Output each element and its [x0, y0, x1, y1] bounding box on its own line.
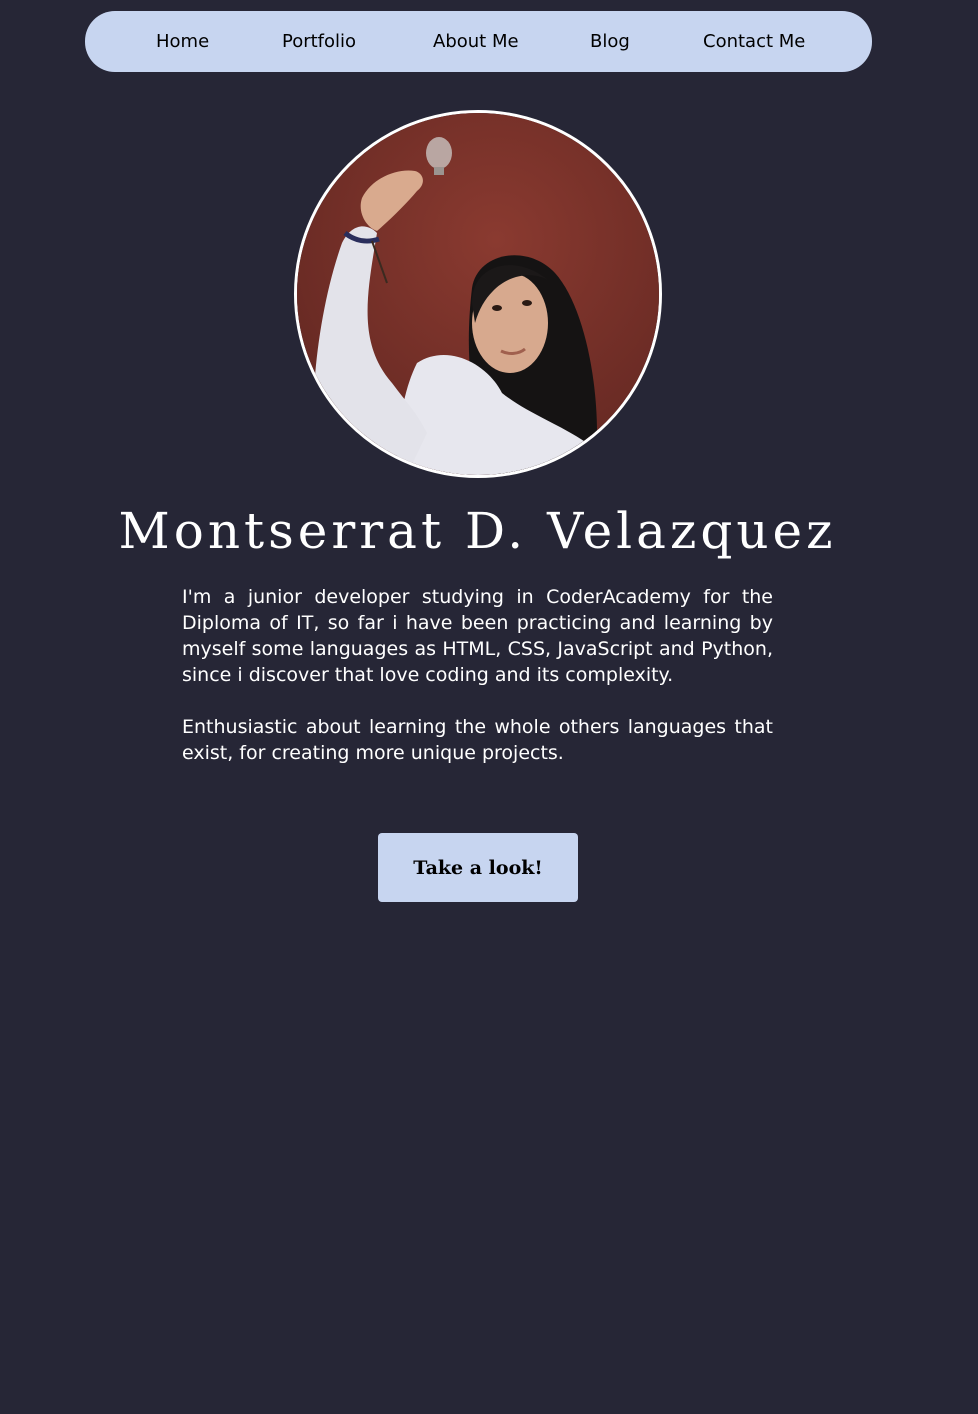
profile-bio: I'm a junior developer studying in Coder…: [182, 584, 773, 792]
nav-link-about-me[interactable]: About Me: [433, 11, 519, 72]
top-navbar: Home Portfolio About Me Blog Contact Me: [85, 11, 872, 72]
bio-paragraph: Enthusiastic about learning the whole ot…: [182, 716, 773, 764]
take-a-look-button[interactable]: Take a look!: [378, 833, 578, 902]
profile-photo: [294, 110, 662, 478]
profile-photo-illustration: [297, 113, 659, 475]
nav-link-blog[interactable]: Blog: [590, 11, 630, 72]
nav-link-contact-me[interactable]: Contact Me: [703, 11, 805, 72]
profile-name: Montserrat D. Velazquez: [118, 502, 837, 560]
nav-link-portfolio[interactable]: Portfolio: [282, 11, 356, 72]
nav-link-home[interactable]: Home: [156, 11, 209, 72]
bio-paragraph: I'm a junior developer studying in Coder…: [182, 586, 773, 686]
